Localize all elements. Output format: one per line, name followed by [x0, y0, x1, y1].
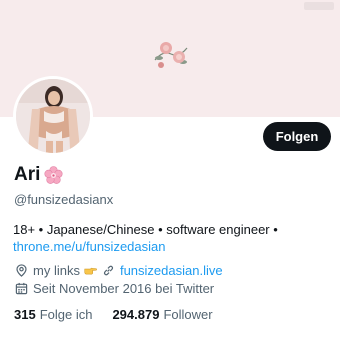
profile-handle: @funsizedasianx: [14, 192, 114, 207]
profile-bio: 18+ • Japanese/Chinese • software engine…: [13, 221, 335, 255]
pointing-hand-icon: [84, 267, 97, 275]
profile-name: Ari: [14, 164, 63, 186]
following-stat[interactable]: 315 Folge ich: [14, 307, 92, 322]
following-label: Folge ich: [39, 307, 93, 322]
following-count: 315: [14, 307, 36, 322]
website-item[interactable]: funsizedasian.live: [102, 263, 223, 278]
banner-flowers-icon: [154, 42, 188, 68]
bio-link[interactable]: throne.me/u/funsizedasian: [13, 238, 335, 255]
followers-stat[interactable]: 294.879 Follower: [112, 307, 212, 322]
website-link[interactable]: funsizedasian.live: [120, 263, 223, 278]
calendar-icon: [15, 282, 28, 295]
joined-date: Seit November 2016 bei Twitter: [33, 281, 215, 296]
follow-button[interactable]: Folgen: [263, 122, 331, 151]
profile-meta-row: my links funsizedasian.live: [15, 263, 223, 278]
cherry-blossom-icon: [44, 165, 63, 184]
banner-badge: [304, 2, 334, 10]
followers-count: 294.879: [112, 307, 160, 322]
display-name: Ari: [14, 164, 41, 185]
bio-text: 18+ • Japanese/Chinese • software engine…: [13, 222, 278, 237]
location-pin-icon: [16, 264, 27, 277]
followers-label: Follower: [163, 307, 213, 322]
link-icon: [103, 265, 114, 276]
avatar[interactable]: [13, 76, 93, 156]
avatar-image: [16, 79, 90, 153]
joined-row: Seit November 2016 bei Twitter: [15, 281, 214, 296]
location-item: my links: [15, 263, 102, 278]
location-text: my links: [33, 263, 80, 278]
profile-stats: 315 Folge ich 294.879 Follower: [14, 307, 213, 322]
